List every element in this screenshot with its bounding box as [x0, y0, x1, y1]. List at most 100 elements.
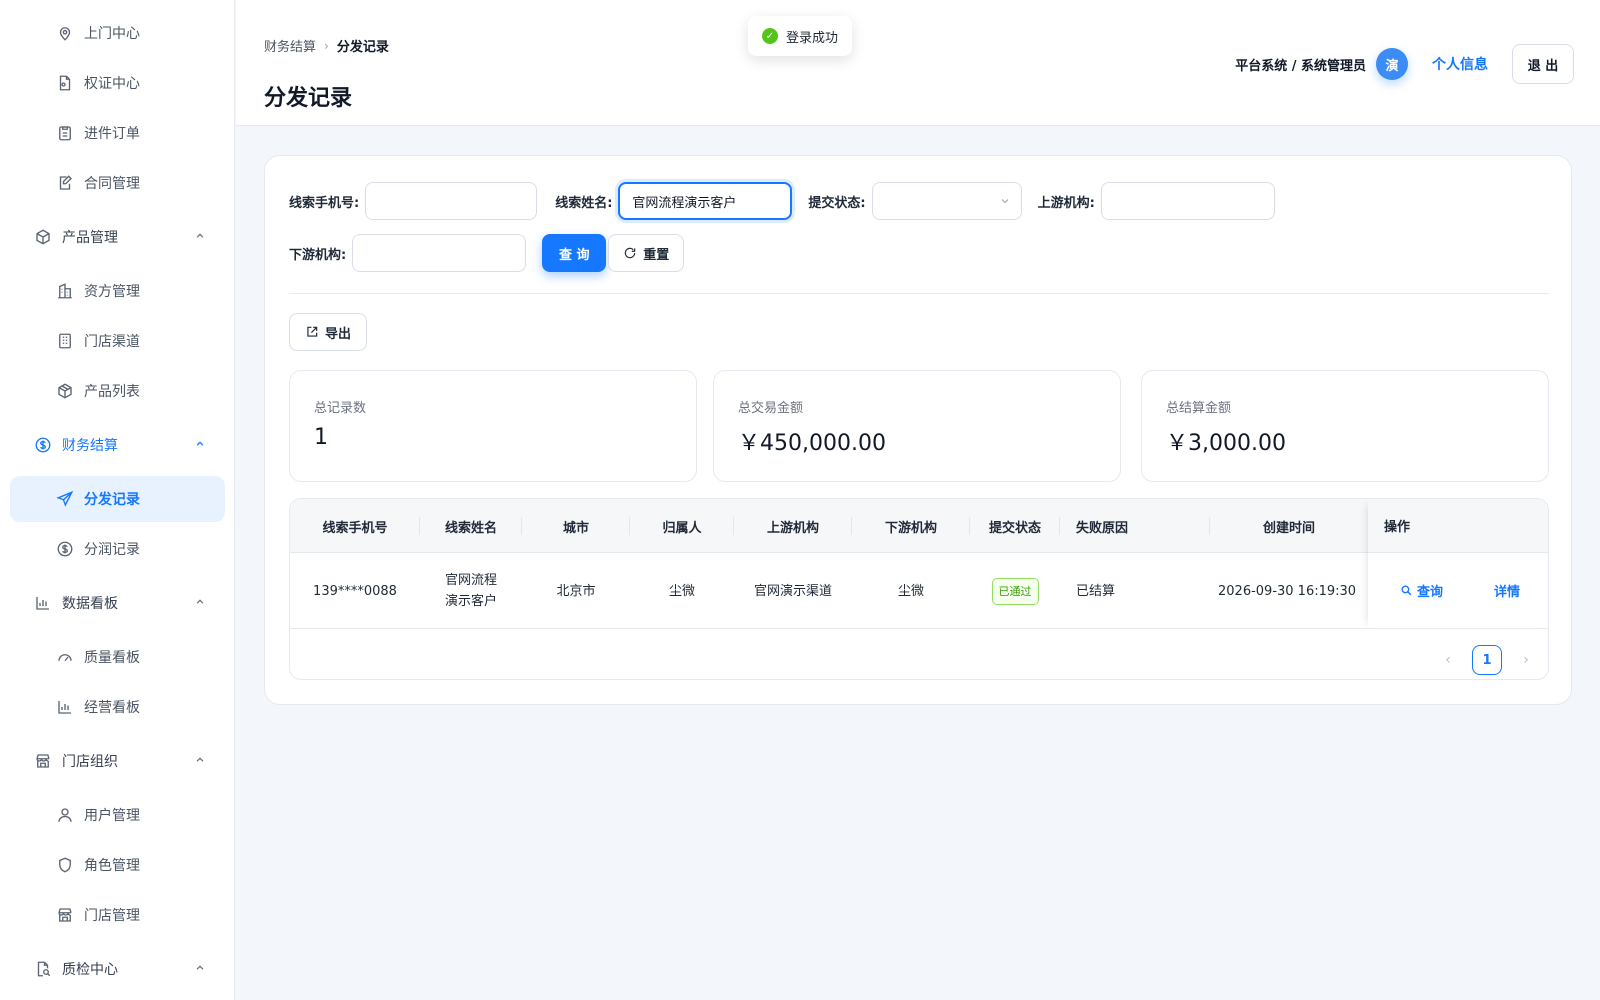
stat-label: 总交易金额: [738, 401, 804, 416]
sidebar-group-label: 财务结算: [62, 438, 118, 454]
phone-input[interactable]: [365, 182, 538, 220]
sidebar-item-label: 合同管理: [84, 176, 140, 192]
phone-label: 线索手机号:: [289, 195, 360, 211]
detail-link[interactable]: 详情: [1494, 581, 1520, 600]
profile-link[interactable]: 个人信息: [1432, 54, 1488, 74]
upstream-label: 上游机构:: [1037, 195, 1095, 211]
stat-card-total-transaction: 总交易金额 ￥450,000.00: [713, 370, 1121, 482]
dollar-circle-icon: [56, 540, 74, 558]
sidebar-group-dashboards[interactable]: 数据看板: [10, 580, 225, 626]
column-header: 操作: [1368, 499, 1548, 553]
sidebar-item-label: 产品列表: [84, 384, 140, 400]
sidebar-item-store-channels[interactable]: 门店渠道: [10, 318, 225, 364]
sidebar-item-funders[interactable]: 资方管理: [10, 268, 225, 314]
cube-icon: [34, 228, 52, 246]
breadcrumb-current: 分发记录: [336, 40, 389, 55]
prev-page-button[interactable]: ‹: [1440, 652, 1456, 668]
column-header: 归属人: [630, 499, 734, 553]
sidebar-item-product-list[interactable]: 产品列表: [10, 368, 225, 414]
sidebar-group-store-org[interactable]: 门店组织: [10, 738, 225, 784]
name-label: 线索姓名:: [555, 195, 613, 211]
sidebar-item-label: 进件订单: [84, 126, 140, 142]
operations-column: 操作 查询 详情: [1368, 499, 1548, 629]
sidebar-item-label: 分发记录: [84, 492, 140, 508]
logout-button[interactable]: 退 出: [1512, 44, 1574, 84]
breadcrumb-separator: ›: [324, 38, 329, 53]
sidebar-group-finance[interactable]: 财务结算: [10, 422, 225, 468]
query-button[interactable]: 查 询: [542, 234, 607, 272]
sidebar-item-incoming-orders[interactable]: 进件订单: [10, 110, 225, 156]
page-number-current[interactable]: 1: [1472, 645, 1502, 675]
shop-icon: [34, 752, 52, 770]
sidebar-item-label: 门店管理: [84, 908, 140, 924]
user-area: 平台系统 / 系统管理员 演 个人信息 退 出: [1235, 44, 1574, 84]
user-role-text: 平台系统 / 系统管理员: [1235, 58, 1366, 74]
sidebar-item-distribution-records[interactable]: 分发记录: [10, 476, 225, 522]
next-page-button[interactable]: ›: [1518, 652, 1534, 668]
box-icon: [56, 382, 74, 400]
table-header: 线索手机号 线索姓名 城市 归属人 上游机构 下游机构 提交状态 失败原因 创建…: [290, 499, 1548, 553]
chevron-up-icon: [196, 599, 204, 604]
column-header: 提交状态: [970, 499, 1060, 553]
user-icon: [56, 806, 74, 824]
breadcrumb-item[interactable]: 财务结算: [264, 36, 316, 55]
reset-icon: [625, 247, 636, 259]
sidebar-item-onsite-center[interactable]: 上门中心: [10, 10, 225, 56]
divider: [289, 293, 1549, 294]
pagination: ‹ 1 ›: [1440, 645, 1534, 675]
content-card: 线索手机号: 线索姓名: 提交状态: 上游机构: 下游机构: 查 询 重置 导出…: [264, 155, 1572, 705]
sidebar-item-label: 经营看板: [84, 700, 140, 716]
export-button[interactable]: 导出: [289, 313, 368, 351]
sidebar-item-label: 角色管理: [84, 858, 140, 874]
sidebar-item-label: 上门中心: [84, 26, 140, 42]
avatar[interactable]: 演: [1376, 48, 1408, 80]
sidebar-group-quality-check[interactable]: 质检中心: [10, 946, 225, 992]
cell-owner: 尘微: [668, 583, 695, 599]
cell-phone: 139****0088: [313, 583, 397, 599]
toast-message: ✓ 登录成功: [748, 16, 853, 56]
doc-search-icon: [34, 960, 52, 978]
reset-label: 重置: [643, 247, 670, 263]
chevron-up-icon: [196, 233, 204, 238]
records-table: 线索手机号 线索姓名 城市 归属人 上游机构 下游机构 提交状态 失败原因 创建…: [289, 498, 1549, 680]
downstream-input[interactable]: [352, 234, 527, 272]
sidebar-item-label: 资方管理: [84, 284, 140, 300]
cell-upstream: 官网演示渠道: [753, 583, 832, 599]
sidebar-item-roles[interactable]: 角色管理: [10, 842, 225, 888]
sidebar-group-products[interactable]: 产品管理: [10, 214, 225, 260]
stat-label: 总记录数: [314, 401, 367, 416]
shop-icon: [56, 906, 74, 924]
upstream-input[interactable]: [1100, 182, 1275, 220]
chevron-up-icon: [196, 965, 204, 970]
sidebar-item-quality-board[interactable]: 质量看板: [10, 634, 225, 680]
sidebar: 上门中心 权证中心 进件订单 合同管理 产品管理 资方管理 门店渠道 产品列表 …: [0, 0, 235, 1000]
sidebar-item-contracts[interactable]: 合同管理: [10, 160, 225, 206]
sidebar-item-business-board[interactable]: 经营看板: [10, 684, 225, 730]
downstream-label: 下游机构:: [289, 247, 347, 263]
sidebar-group-label: 数据看板: [62, 596, 118, 612]
export-label: 导出: [325, 326, 352, 342]
sidebar-item-label: 分润记录: [84, 542, 140, 558]
cell-name: 官网流程 演示客户: [444, 573, 497, 609]
sidebar-item-profit-records[interactable]: 分润记录: [10, 526, 225, 572]
column-header: 城市: [522, 499, 630, 553]
shield-icon: [56, 856, 74, 874]
building-icon: [56, 282, 74, 300]
status-select[interactable]: [871, 182, 1022, 220]
reset-button[interactable]: 重置: [608, 234, 685, 272]
export-icon: [307, 326, 318, 337]
sidebar-item-label: 门店渠道: [84, 334, 140, 350]
stat-card-total-settlement: 总结算金额 ￥3,000.00: [1141, 370, 1549, 482]
cell-city: 北京市: [556, 583, 596, 599]
sidebar-item-users[interactable]: 用户管理: [10, 792, 225, 838]
column-header: 创建时间: [1262, 520, 1315, 536]
search-icon: [1401, 585, 1412, 596]
column-header: 上游机构: [734, 499, 852, 553]
name-input[interactable]: [618, 182, 793, 220]
sidebar-item-warrant-center[interactable]: 权证中心: [10, 60, 225, 106]
toast-text: 登录成功: [786, 30, 839, 46]
query-link[interactable]: 查询: [1400, 581, 1443, 600]
breadcrumb: 财务结算 › 分发记录: [264, 36, 389, 56]
sidebar-item-stores[interactable]: 门店管理: [10, 892, 225, 938]
send-icon: [56, 490, 74, 508]
